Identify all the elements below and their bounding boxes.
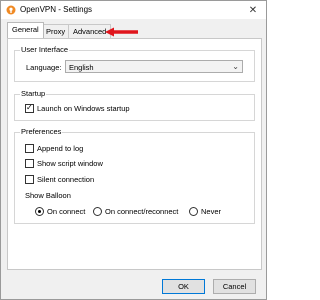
user-interface-group: User Interface Language: English ⌄ — [14, 45, 255, 82]
preferences-group-label: Preferences — [20, 127, 63, 136]
balloon-on-connect-reconnect-option[interactable]: On connect/reconnect — [93, 207, 178, 216]
cancel-button[interactable]: Cancel — [213, 279, 256, 294]
checkmark-icon: ✓ — [26, 103, 33, 112]
launch-on-startup-label: Launch on Windows startup — [37, 104, 130, 113]
balloon-on-connect-radio[interactable] — [35, 207, 44, 216]
settings-window: OpenVPN - Settings ✕ General Proxy Advan… — [0, 0, 267, 300]
silent-connection-checkbox[interactable] — [25, 175, 34, 184]
show-script-window-label: Show script window — [37, 159, 103, 168]
balloon-on-connect-label: On connect — [47, 207, 86, 216]
title-bar: OpenVPN - Settings ✕ — [1, 1, 266, 19]
close-icon: ✕ — [248, 4, 258, 16]
append-to-log-label: Append to log — [37, 144, 84, 153]
language-value: English — [69, 63, 94, 72]
language-label: Language: — [26, 63, 62, 72]
balloon-never-option[interactable]: Never — [189, 207, 221, 216]
launch-on-startup-checkbox[interactable]: ✓ — [25, 103, 34, 113]
general-tab-panel: User Interface Language: English ⌄ Start… — [7, 38, 262, 270]
show-script-window-checkbox[interactable] — [25, 159, 34, 168]
startup-group: Startup ✓ Launch on Windows startup — [14, 89, 255, 121]
ok-button[interactable]: OK — [162, 279, 205, 294]
balloon-on-connect-reconnect-label: On connect/reconnect — [105, 207, 179, 216]
silent-connection-row[interactable]: Silent connection — [25, 175, 94, 184]
startup-group-label: Startup — [20, 89, 47, 98]
balloon-on-connect-option[interactable]: On connect — [35, 207, 85, 216]
red-arrow-icon — [105, 27, 138, 37]
preferences-group: Preferences Append to log Show script wi… — [14, 127, 255, 224]
tab-general[interactable]: General — [7, 22, 44, 38]
tab-proxy[interactable]: Proxy — [41, 24, 71, 38]
silent-connection-label: Silent connection — [37, 175, 95, 184]
show-script-window-row[interactable]: Show script window — [25, 159, 103, 168]
balloon-never-label: Never — [201, 207, 222, 216]
show-balloon-label: Show Balloon — [25, 191, 71, 200]
window-title: OpenVPN - Settings — [20, 5, 93, 14]
user-interface-group-label: User Interface — [20, 45, 70, 54]
chevron-down-icon: ⌄ — [232, 62, 239, 71]
balloon-never-radio[interactable] — [189, 207, 198, 216]
append-to-log-row[interactable]: Append to log — [25, 144, 83, 153]
balloon-on-connect-reconnect-radio[interactable] — [93, 207, 102, 216]
launch-on-startup-row[interactable]: ✓ Launch on Windows startup — [25, 103, 130, 113]
openvpn-icon — [6, 5, 16, 15]
close-button[interactable]: ✕ — [240, 1, 266, 19]
language-select[interactable]: English ⌄ — [65, 60, 243, 73]
append-to-log-checkbox[interactable] — [25, 144, 34, 153]
